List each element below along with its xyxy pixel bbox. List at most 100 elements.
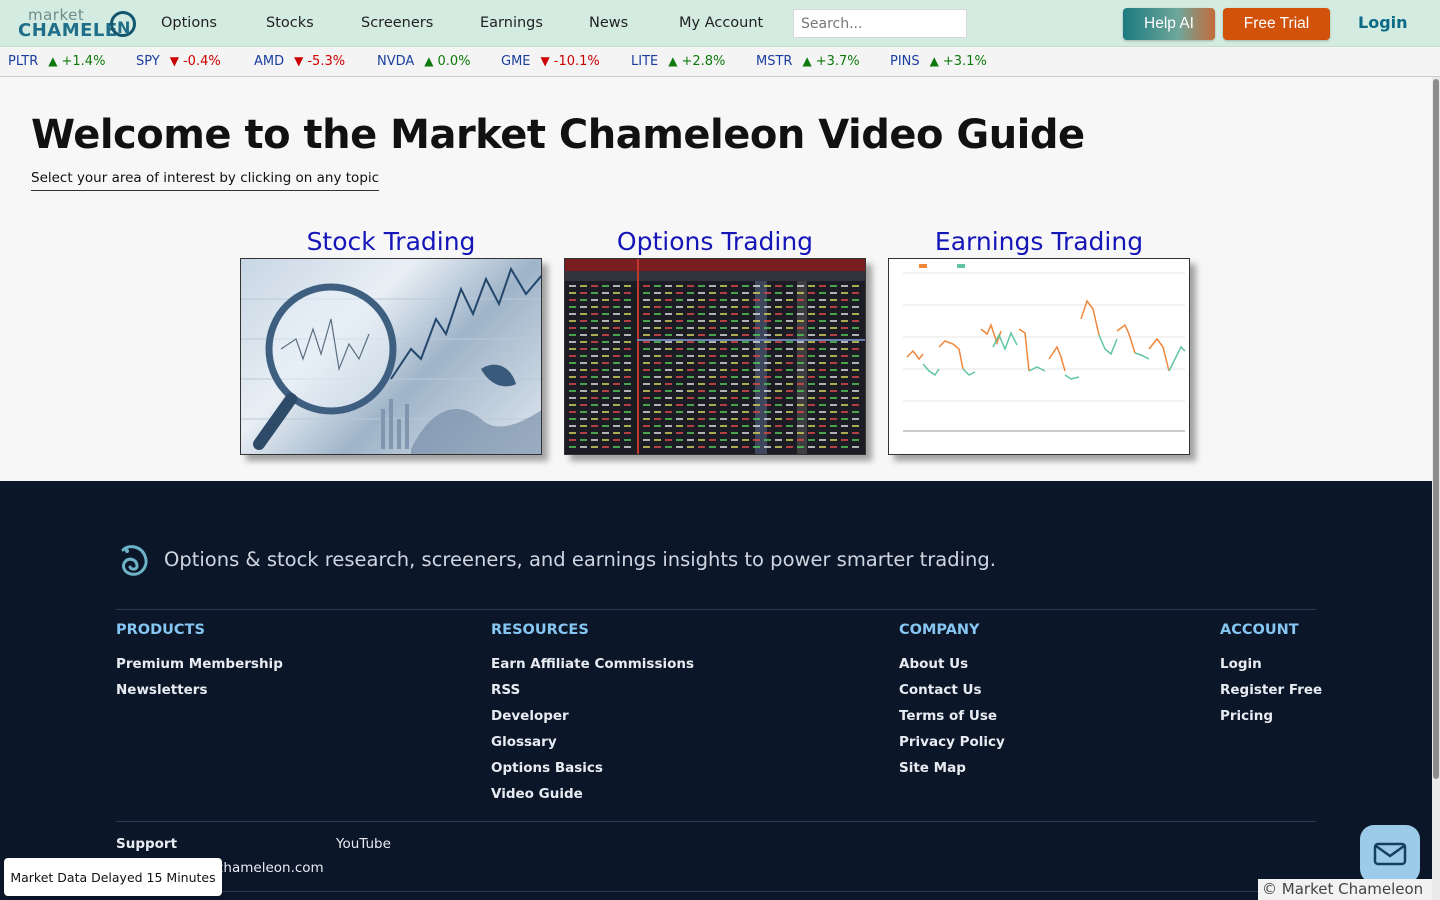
table-cell-mark [654, 327, 661, 329]
help-ai-button[interactable]: Help AI [1123, 8, 1215, 40]
table-cell-mark [665, 411, 672, 413]
table-cell-mark [841, 383, 848, 385]
search-input[interactable] [793, 9, 967, 38]
table-cell-mark [591, 355, 598, 357]
nav-options[interactable]: Options [161, 15, 217, 31]
table-cell-mark [569, 439, 576, 441]
table-cell-mark [720, 446, 727, 448]
footer-link-options-basics[interactable]: Options Basics [491, 760, 603, 776]
ticker-item[interactable]: SPY ▼ -0.4% [136, 54, 221, 69]
footer-link-video-guide[interactable]: Video Guide [491, 786, 583, 802]
table-cell-mark [852, 418, 859, 420]
nav-stocks[interactable]: Stocks [266, 15, 314, 31]
footer-link-about-us[interactable]: About Us [899, 656, 968, 672]
page-scrollbar[interactable] [1432, 77, 1440, 900]
table-cell-mark [819, 390, 826, 392]
table-cell-mark [852, 376, 859, 378]
ticker-symbol: LITE [631, 54, 659, 69]
footer-link-privacy[interactable]: Privacy Policy [899, 734, 1005, 750]
login-link[interactable]: Login [1358, 13, 1408, 32]
topic-title-options-trading[interactable]: Options Trading [564, 226, 866, 258]
table-cell-mark [580, 285, 587, 287]
table-cell-mark [786, 313, 793, 315]
earnings-trading-thumbnail[interactable] [888, 258, 1190, 455]
footer-link-register[interactable]: Register Free [1220, 682, 1322, 698]
table-cell-mark [731, 439, 738, 441]
footer-link-youtube[interactable]: YouTube [336, 836, 391, 852]
market-chameleon-logo[interactable]: market CHAMELE N [16, 6, 136, 42]
topic-card-earnings-trading[interactable]: Earnings Trading [888, 226, 1190, 455]
nav-screeners[interactable]: Screeners [361, 15, 433, 31]
footer-link-affiliate[interactable]: Earn Affiliate Commissions [491, 656, 694, 672]
table-cell-mark [591, 306, 598, 308]
table-cell-mark [775, 355, 782, 357]
table-cell-mark [665, 446, 672, 448]
table-cell-mark [742, 397, 749, 399]
ticker-item[interactable]: PLTR ▲ +1.4% [8, 54, 105, 69]
table-cell-mark [841, 404, 848, 406]
chat-button[interactable] [1360, 825, 1420, 883]
table-cell-mark [731, 446, 738, 448]
options-trading-thumbnail[interactable] [564, 258, 866, 455]
table-cell-mark [676, 292, 683, 294]
nav-news[interactable]: News [589, 15, 628, 31]
table-cell-mark [687, 369, 694, 371]
table-cell-mark [698, 362, 705, 364]
topic-title-earnings-trading[interactable]: Earnings Trading [888, 226, 1190, 258]
table-cell-mark [602, 285, 609, 287]
footer-link-newsletters[interactable]: Newsletters [116, 682, 208, 698]
ticker-item[interactable]: AMD ▼ -5.3% [254, 54, 345, 69]
table-cell-mark [753, 432, 760, 434]
footer-support-email[interactable]: chameleon.com [216, 860, 324, 876]
table-cell-mark [852, 404, 859, 406]
table-cell-mark [775, 439, 782, 441]
table-cell-mark [742, 404, 749, 406]
table-cell-mark [687, 383, 694, 385]
nav-my-account[interactable]: My Account [679, 15, 763, 31]
table-cell-mark [602, 341, 609, 343]
table-cell-mark [764, 446, 771, 448]
table-cell-mark [665, 306, 672, 308]
table-cell-mark [808, 313, 815, 315]
table-cell-mark [580, 390, 587, 392]
table-cell-mark [591, 432, 598, 434]
topic-title-stock-trading[interactable]: Stock Trading [240, 226, 542, 258]
table-cell-mark [709, 376, 716, 378]
footer-link-glossary[interactable]: Glossary [491, 734, 557, 750]
stock-trading-thumbnail[interactable] [240, 258, 542, 455]
table-cell-mark [709, 397, 716, 399]
table-cell-mark [676, 390, 683, 392]
table-cell-mark [830, 369, 837, 371]
footer-link-developer[interactable]: Developer [491, 708, 569, 724]
ticker-item[interactable]: MSTR ▲ +3.7% [756, 54, 860, 69]
scrollbar-thumb[interactable] [1433, 79, 1439, 779]
table-cell-mark [569, 432, 576, 434]
table-cell-mark [775, 327, 782, 329]
table-cell-mark [808, 425, 815, 427]
ticker-change: +1.4% [61, 54, 106, 69]
table-cell-mark [852, 425, 859, 427]
footer-link-rss[interactable]: RSS [491, 682, 520, 698]
footer-heading-products: PRODUCTS [116, 622, 205, 638]
table-cell-mark [852, 348, 859, 350]
footer-link-contact-us[interactable]: Contact Us [899, 682, 982, 698]
ticker-item[interactable]: GME ▼ -10.1% [501, 54, 600, 69]
ticker-item[interactable]: NVDA ▲ 0.0% [377, 54, 471, 69]
table-cell-mark [786, 355, 793, 357]
ticker-item[interactable]: PINS ▲ +3.1% [890, 54, 987, 69]
table-cell-mark [841, 425, 848, 427]
table-cell-mark [808, 418, 815, 420]
table-cell-mark [720, 285, 727, 287]
footer-link-terms[interactable]: Terms of Use [899, 708, 997, 724]
footer-link-pricing[interactable]: Pricing [1220, 708, 1273, 724]
nav-earnings[interactable]: Earnings [480, 15, 543, 31]
footer-link-login[interactable]: Login [1220, 656, 1262, 672]
topic-card-options-trading[interactable]: Options Trading [564, 226, 866, 455]
topic-card-stock-trading[interactable]: Stock Trading [240, 226, 542, 455]
table-cell-mark [775, 397, 782, 399]
table-cell-mark [624, 446, 631, 448]
footer-link-site-map[interactable]: Site Map [899, 760, 966, 776]
free-trial-button[interactable]: Free Trial [1223, 8, 1330, 40]
ticker-item[interactable]: LITE ▲ +2.8% [631, 54, 725, 69]
footer-link-premium-membership[interactable]: Premium Membership [116, 656, 283, 672]
